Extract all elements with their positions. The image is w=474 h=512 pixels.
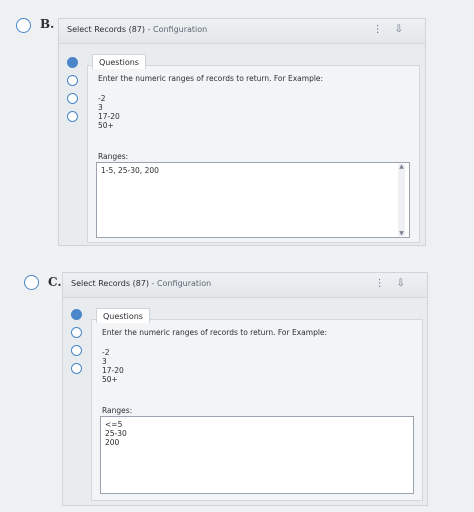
tag-icon[interactable] — [71, 345, 82, 356]
option-b-letter: B. — [40, 17, 55, 31]
option-c-radio[interactable] — [24, 275, 39, 290]
tab-questions[interactable]: Questions — [92, 54, 146, 69]
settings-icon[interactable] — [71, 327, 82, 338]
subtitle-text: - Configuration — [151, 279, 212, 288]
content-area: Questions Enter the numeric ranges of re… — [91, 308, 423, 501]
config-icon[interactable] — [71, 309, 82, 320]
pin-icon[interactable]: ⇩ — [397, 278, 417, 289]
header-icons: ⋮⇩ — [373, 24, 415, 35]
ranges-label: Ranges: — [102, 406, 133, 415]
content-area: Questions Enter the numeric ranges of re… — [87, 54, 420, 243]
example-item: -2 — [98, 94, 106, 103]
example-item: 3 — [102, 357, 107, 366]
examples-list: -2 3 17-20 50+ — [102, 348, 124, 384]
example-item: 3 — [98, 103, 103, 112]
instruction-text: Enter the numeric ranges of records to r… — [102, 328, 328, 337]
example-item: -2 — [102, 348, 110, 357]
panel-header: Select Records (87) - Configuration ⋮⇩ — [63, 273, 427, 298]
option-c-letter: C. — [48, 275, 62, 289]
more-options-icon[interactable]: ⋮ — [373, 24, 395, 35]
scroll-up-icon[interactable]: ▲ — [398, 163, 405, 170]
example-item: 17-20 — [98, 112, 120, 121]
examples-list: -2 3 17-20 50+ — [98, 94, 120, 130]
side-icon-bar — [71, 309, 85, 381]
help-icon[interactable] — [67, 111, 78, 122]
side-icon-bar — [67, 57, 81, 129]
example-item: 50+ — [98, 121, 114, 130]
panel-title: Select Records (87) - Configuration — [67, 25, 207, 34]
tag-icon[interactable] — [67, 93, 78, 104]
help-icon[interactable] — [71, 363, 82, 374]
textarea-scrollbar[interactable]: ▲ ▼ — [398, 163, 405, 237]
ranges-textarea[interactable]: 1-5, 25-30, 200 — [96, 162, 410, 238]
config-icon[interactable] — [67, 57, 78, 68]
ranges-textarea[interactable]: <=5 25-30 200 — [100, 416, 414, 494]
option-c-panel: Select Records (87) - Configuration ⋮⇩ Q… — [62, 272, 428, 506]
scroll-down-icon[interactable]: ▼ — [398, 230, 405, 237]
title-text: Select Records (87) — [71, 279, 149, 288]
example-item: 50+ — [102, 375, 118, 384]
panel-header: Select Records (87) - Configuration ⋮⇩ — [59, 19, 425, 44]
subtitle-text: - Configuration — [147, 25, 208, 34]
more-options-icon[interactable]: ⋮ — [375, 278, 397, 289]
header-icons: ⋮⇩ — [375, 278, 417, 289]
panel-title: Select Records (87) - Configuration — [71, 279, 211, 288]
pin-icon[interactable]: ⇩ — [395, 24, 415, 35]
title-text: Select Records (87) — [67, 25, 145, 34]
example-item: 17-20 — [102, 366, 124, 375]
settings-icon[interactable] — [67, 75, 78, 86]
option-b-panel: Select Records (87) - Configuration ⋮⇩ Q… — [58, 18, 426, 246]
ranges-label: Ranges: — [98, 152, 129, 161]
tab-questions[interactable]: Questions — [96, 308, 150, 323]
option-b-radio[interactable] — [16, 18, 31, 33]
instruction-text: Enter the numeric ranges of records to r… — [98, 74, 324, 83]
